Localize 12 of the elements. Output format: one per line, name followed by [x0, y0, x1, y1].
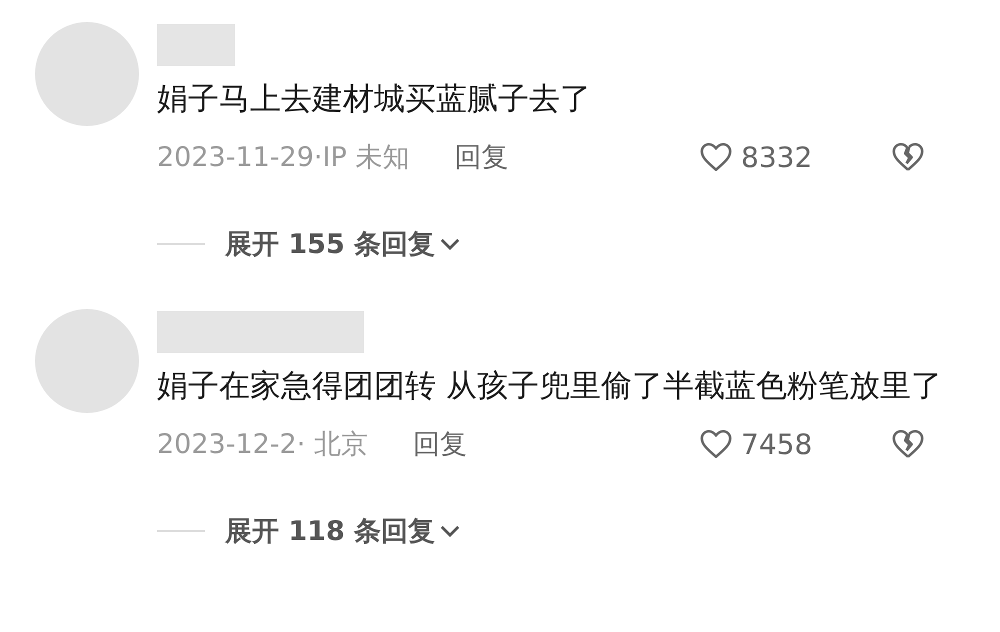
- like-count: 7458: [741, 428, 814, 460]
- like-count: 8332: [741, 140, 814, 174]
- chevron-down-icon[interactable]: [439, 524, 462, 538]
- comment-date-location: 2023-12-2· 北京: [157, 428, 368, 462]
- chevron-down-icon[interactable]: [439, 237, 462, 251]
- reply-link[interactable]: 回复: [412, 426, 467, 462]
- comment-text: 娟子在家急得团团转 从孩子兜里偷了半截蓝色粉笔放里了: [157, 367, 943, 406]
- reply-link[interactable]: 回复: [454, 139, 508, 175]
- expand-replies-link[interactable]: 展开 118 条回复: [225, 513, 436, 549]
- comment-date-location: 2023-11-29·IP 未知: [157, 141, 410, 175]
- expand-replies-link[interactable]: 展开 155 条回复: [225, 226, 436, 262]
- comment-text: 娟子马上去建材城买蓝腻子去了: [157, 80, 592, 119]
